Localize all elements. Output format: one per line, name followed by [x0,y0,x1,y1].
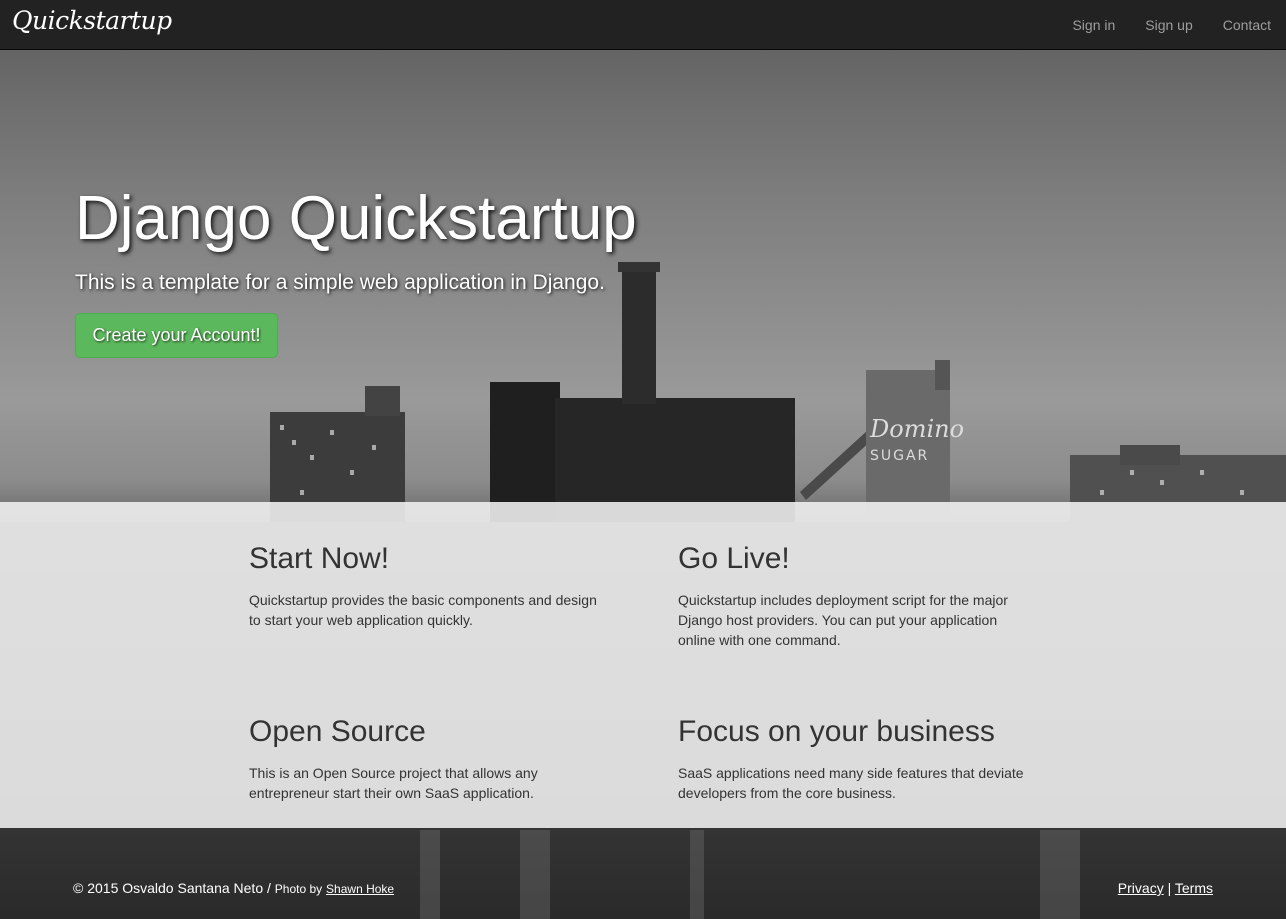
create-account-button[interactable]: Create your Account! [75,313,278,358]
privacy-link[interactable]: Privacy [1118,880,1164,896]
brand-logo[interactable]: Quickstartup [12,6,172,35]
copyright-text: © 2015 Osvaldo Santana Neto / [73,880,271,896]
feature-text: SaaS applications need many side feature… [678,765,1024,801]
nav-sign-up-link[interactable]: Sign up [1145,17,1192,33]
top-navbar: Quickstartup Sign in Sign up Contact [0,0,1286,50]
nav-contact-link[interactable]: Contact [1223,17,1271,33]
feature-open-source: Open Source This is an Open Source proje… [249,715,609,803]
feature-title: Focus on your business [678,715,995,748]
feature-title: Go Live! [678,542,790,575]
page: Domino SUGAR Quickstartup Sign in Sign u… [0,0,1286,919]
feature-text: Quickstartup provides the basic componen… [249,592,597,628]
photo-credit-label: Photo by [274,882,323,896]
feature-focus-business: Focus on your business SaaS applications… [678,715,1038,803]
feature-title: Open Source [249,715,426,748]
legal-separator: | [1167,880,1172,896]
footer: © 2015 Osvaldo Santana Neto / Photo by S… [0,828,1286,919]
feature-text: This is an Open Source project that allo… [249,765,538,801]
nav-sign-in-link[interactable]: Sign in [1072,17,1115,33]
feature-start-now: Start Now! Quickstartup provides the bas… [249,542,609,630]
photographer-link[interactable]: Shawn Hoke [326,882,394,896]
footer-legal-links: Privacy | Terms [1118,880,1213,896]
feature-title: Start Now! [249,542,390,575]
terms-link[interactable]: Terms [1175,880,1213,896]
features-panel: Start Now! Quickstartup provides the bas… [0,502,1286,828]
footer-credits: © 2015 Osvaldo Santana Neto / Photo by S… [73,880,394,896]
nav-links: Sign in Sign up Contact [1042,0,1271,50]
feature-go-live: Go Live! Quickstartup includes deploymen… [678,542,1038,650]
hero-lead: This is a template for a simple web appl… [75,271,605,294]
hero-title: Django Quickstartup [75,184,637,253]
hero-jumbotron: Django Quickstartup This is a template f… [0,51,1286,502]
feature-text: Quickstartup includes deployment script … [678,592,1008,648]
